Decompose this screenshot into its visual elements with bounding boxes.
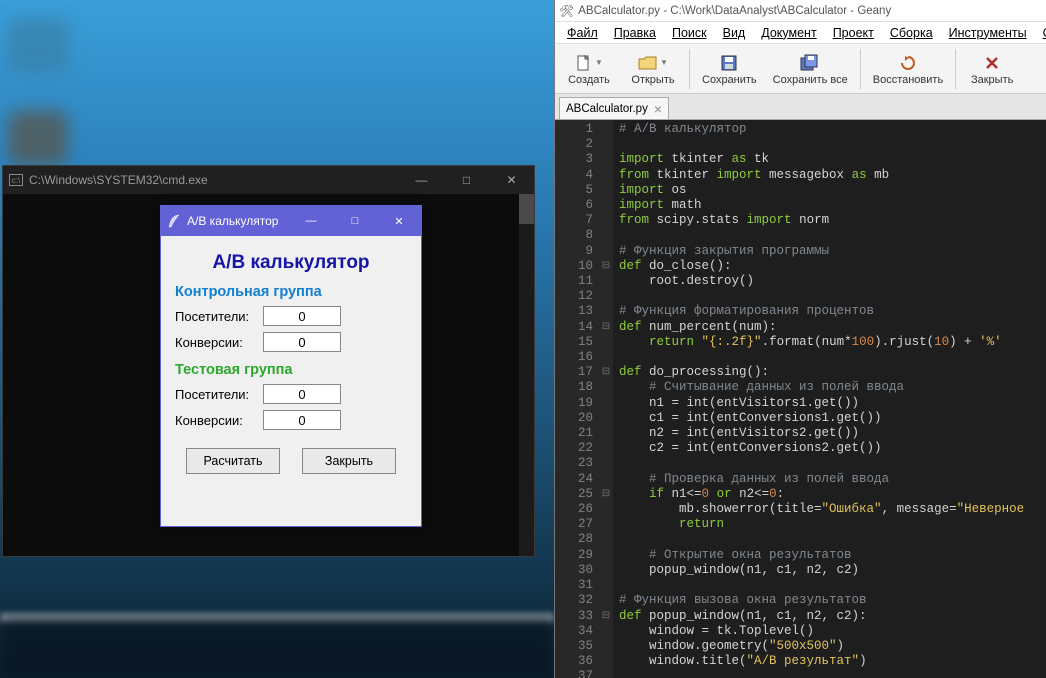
- row-conversions-test: Конверсии:: [175, 410, 407, 430]
- menu-edit[interactable]: Правка: [606, 24, 664, 42]
- input-visitors-test[interactable]: [263, 384, 341, 404]
- cmd-icon: c:\: [9, 174, 23, 186]
- toolbar-saveall[interactable]: Сохранить все: [765, 46, 856, 92]
- cmd-scroll-thumb[interactable]: [519, 194, 534, 224]
- code-content[interactable]: # A/B калькулятор import tkinter as tk f…: [613, 120, 1046, 678]
- save-icon: [720, 52, 738, 74]
- test-group-heading: Тестовая группа: [175, 362, 407, 378]
- close-icon: [984, 52, 1000, 74]
- geany-window-title: ABCalculator.py - C:\Work\DataAnalyst\AB…: [578, 5, 891, 17]
- row-visitors-control: Посетители:: [175, 306, 407, 326]
- revert-icon: [899, 52, 917, 74]
- label-visitors: Посетители:: [175, 387, 263, 402]
- maximize-button[interactable]: □: [444, 166, 489, 194]
- toolbar-revert-label: Восстановить: [873, 74, 943, 86]
- tk-button-row: Расчитать Закрыть: [175, 448, 407, 474]
- toolbar-open-label: Открыть: [631, 74, 674, 86]
- save-all-icon: [800, 52, 820, 74]
- cmd-title: C:\Windows\SYSTEM32\cmd.exe: [29, 173, 399, 187]
- tk-titlebar[interactable]: A/B калькулятор — □ ✕: [161, 206, 421, 236]
- menu-build[interactable]: Сборка: [882, 24, 941, 42]
- geany-tabbar: ABCalculator.py ×: [555, 94, 1046, 120]
- file-tab[interactable]: ABCalculator.py ×: [559, 97, 669, 119]
- code-editor[interactable]: 1 2 3 4 5 6 7 8 9 10 11 12 13 14 15 16 1…: [555, 120, 1046, 678]
- toolbar-close[interactable]: Закрыть: [960, 46, 1024, 92]
- toolbar-new[interactable]: ▼ Создать: [557, 46, 621, 92]
- close-app-button[interactable]: Закрыть: [302, 448, 396, 474]
- tk-feather-icon: [167, 213, 181, 229]
- input-conversions-control[interactable]: [263, 332, 341, 352]
- maximize-button[interactable]: □: [333, 206, 377, 236]
- file-new-icon: ▼: [575, 52, 603, 74]
- toolbar-revert[interactable]: Восстановить: [865, 46, 951, 92]
- input-conversions-test[interactable]: [263, 410, 341, 430]
- toolbar-new-label: Создать: [568, 74, 610, 86]
- row-conversions-control: Конверсии:: [175, 332, 407, 352]
- input-visitors-control[interactable]: [263, 306, 341, 326]
- menu-file[interactable]: Файл: [559, 24, 606, 42]
- minimize-button[interactable]: —: [399, 166, 444, 194]
- cmd-scrollbar[interactable]: [519, 194, 534, 556]
- desktop-icon-blur: [8, 18, 68, 73]
- menu-document[interactable]: Документ: [753, 24, 824, 42]
- geany-app-icon: 🛠: [559, 4, 574, 18]
- row-visitors-test: Посетители:: [175, 384, 407, 404]
- tk-body: A/B калькулятор Контрольная группа Посет…: [161, 236, 421, 488]
- menu-tools[interactable]: Инструменты: [941, 24, 1035, 42]
- desktop-icon-blur: [8, 110, 68, 165]
- menu-help[interactable]: Справка: [1035, 24, 1046, 42]
- close-button[interactable]: ✕: [489, 166, 534, 194]
- geany-toolbar: ▼ Создать ▼ Открыть Сохранить Сохранить …: [555, 44, 1046, 94]
- calculate-button[interactable]: Расчитать: [186, 448, 280, 474]
- label-visitors: Посетители:: [175, 309, 263, 324]
- geany-titlebar[interactable]: 🛠 ABCalculator.py - C:\Work\DataAnalyst\…: [555, 0, 1046, 22]
- menu-view[interactable]: Вид: [715, 24, 754, 42]
- toolbar-separator: [955, 49, 956, 89]
- fold-gutter[interactable]: ⊟ ⊟ ⊟ ⊟ ⊟: [599, 120, 613, 678]
- label-conversions: Конверсии:: [175, 413, 263, 428]
- label-conversions: Конверсии:: [175, 335, 263, 350]
- tab-close-icon[interactable]: ×: [654, 101, 662, 117]
- desktop-taskbar-blur: [0, 618, 554, 678]
- app-heading: A/B калькулятор: [175, 252, 407, 274]
- toolbar-save[interactable]: Сохранить: [694, 46, 765, 92]
- close-button[interactable]: ✕: [377, 206, 421, 236]
- file-tab-label: ABCalculator.py: [566, 103, 648, 115]
- line-number-gutter: 1 2 3 4 5 6 7 8 9 10 11 12 13 14 15 16 1…: [555, 120, 599, 678]
- minimize-button[interactable]: —: [289, 206, 333, 236]
- geany-menubar: Файл Правка Поиск Вид Документ Проект Сб…: [555, 22, 1046, 44]
- toolbar-separator: [860, 49, 861, 89]
- tk-window-title: A/B калькулятор: [187, 214, 289, 228]
- toolbar-close-label: Закрыть: [971, 74, 1013, 86]
- toolbar-open[interactable]: ▼ Открыть: [621, 46, 685, 92]
- toolbar-separator: [689, 49, 690, 89]
- toolbar-save-label: Сохранить: [702, 74, 757, 86]
- geany-window: 🛠 ABCalculator.py - C:\Work\DataAnalyst\…: [554, 0, 1046, 678]
- control-group-heading: Контрольная группа: [175, 284, 407, 300]
- folder-open-icon: ▼: [638, 52, 668, 74]
- ab-calculator-window: A/B калькулятор — □ ✕ A/B калькулятор Ко…: [160, 205, 422, 527]
- menu-project[interactable]: Проект: [825, 24, 882, 42]
- menu-search[interactable]: Поиск: [664, 24, 715, 42]
- cmd-titlebar[interactable]: c:\ C:\Windows\SYSTEM32\cmd.exe — □ ✕: [3, 166, 534, 194]
- toolbar-saveall-label: Сохранить все: [773, 74, 848, 86]
